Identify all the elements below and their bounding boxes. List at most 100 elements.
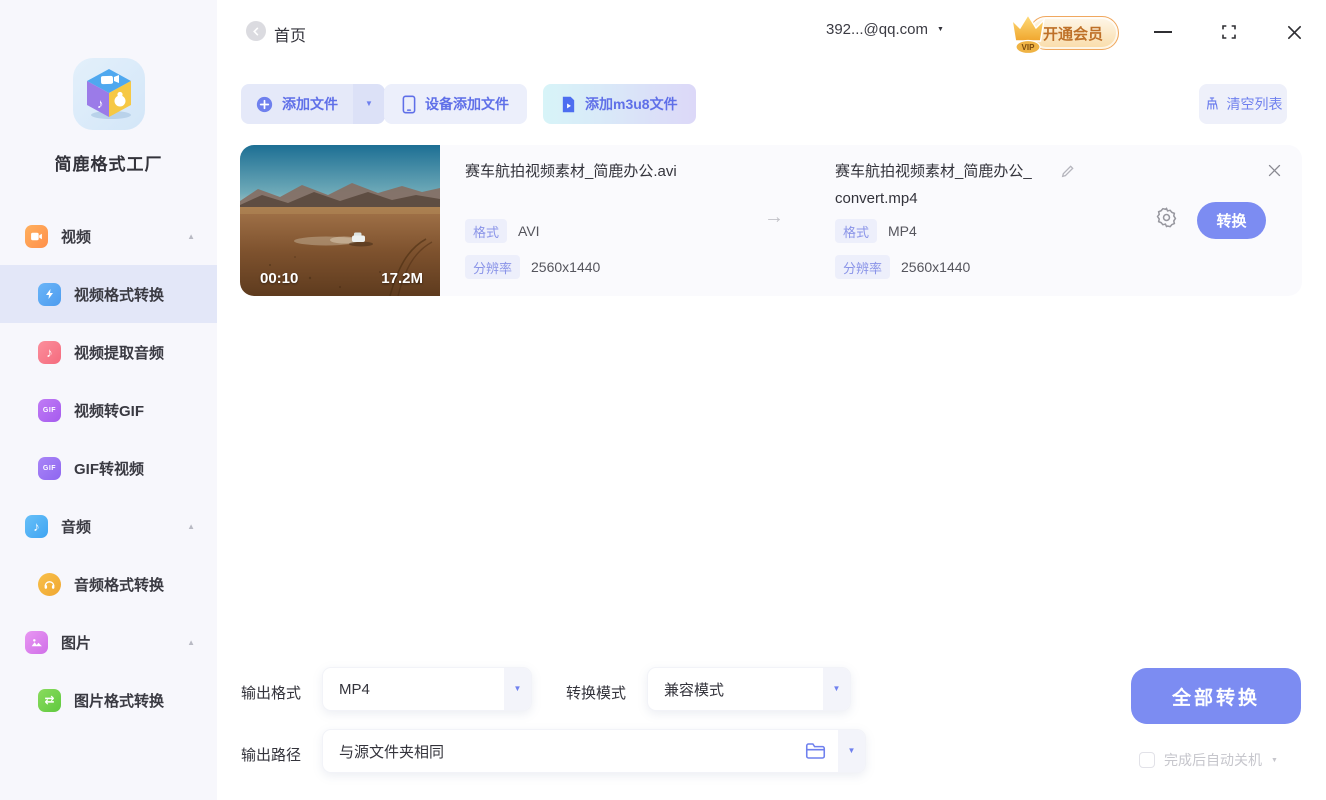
video-camera-icon <box>25 224 48 248</box>
output-path-label: 输出路径 <box>241 747 302 764</box>
add-m3u8-button[interactable]: 添加m3u8文件 <box>543 84 696 124</box>
convert-button[interactable]: 转换 <box>1197 202 1266 239</box>
chevron-down-icon: ▼ <box>365 99 373 108</box>
sidebar-item-video-extract-audio[interactable]: ♪ 视频提取音频 <box>0 323 217 381</box>
convert-mode-label: 转换模式 <box>566 685 627 702</box>
sidebar-group-image[interactable]: 图片 ▲ <box>0 613 217 671</box>
collapse-arrow-icon[interactable]: ▲ <box>187 232 195 241</box>
close-icon <box>1268 164 1280 176</box>
minimize-button[interactable] <box>1150 19 1176 45</box>
rename-button[interactable] <box>1060 163 1076 184</box>
video-convert-icon <box>38 282 61 306</box>
broom-icon <box>1206 97 1218 110</box>
add-file-dropdown[interactable]: ▼ <box>353 84 385 124</box>
convert-mode-value: 兼容模式 <box>664 681 725 699</box>
auto-shutdown-option: 完成后自动关机 ▼ <box>1139 750 1278 770</box>
sidebar-group-label: 视频 <box>61 228 92 246</box>
target-file-name: 赛车航拍视频素材_简鹿办公_ convert.mp4 <box>835 163 1032 207</box>
chevron-down-icon[interactable]: ▼ <box>1271 757 1278 764</box>
item-settings-button[interactable] <box>1155 206 1178 234</box>
chevron-down-icon: ▼ <box>832 684 841 693</box>
sidebar-menu: 视频 ▲ 视频格式转换 ♪ 视频提取音频 GIF 视频转GIF GIF GIF转… <box>0 207 217 729</box>
format-badge: 格式 <box>465 219 508 243</box>
sidebar-item-video-format-convert[interactable]: 视频格式转换 <box>0 265 217 323</box>
sidebar-group-video[interactable]: 视频 ▲ <box>0 207 217 265</box>
video-thumbnail[interactable]: 00:10 17.2M <box>240 145 440 296</box>
target-format-value: MP4 <box>888 223 917 239</box>
sidebar-item-label: 图片格式转换 <box>74 692 165 710</box>
maximize-button[interactable] <box>1216 19 1242 45</box>
remove-item-button[interactable] <box>1264 160 1284 180</box>
source-file-name: 赛车航拍视频素材_简鹿办公.avi <box>465 163 677 180</box>
sidebar-item-label: 视频转GIF <box>74 402 144 420</box>
target-resolution-value: 2560x1440 <box>901 259 971 275</box>
maximize-icon <box>1222 25 1236 39</box>
select-dropdown[interactable]: ▼ <box>504 668 531 710</box>
account-email: 392...@qq.com <box>826 21 928 38</box>
collapse-arrow-icon[interactable]: ▲ <box>187 638 195 647</box>
add-from-device-button[interactable]: 设备添加文件 <box>384 84 527 124</box>
sidebar-item-image-format-convert[interactable]: ⇄ 图片格式转换 <box>0 671 217 729</box>
auto-shutdown-label: 完成后自动关机 <box>1164 752 1262 768</box>
arrow-right-icon: → <box>764 206 784 228</box>
source-format-value: AVI <box>518 223 540 239</box>
account-menu[interactable]: 392...@qq.com ▼ <box>826 21 944 38</box>
sidebar-item-label: 音频格式转换 <box>74 576 165 594</box>
output-path-value: 与源文件夹相同 <box>339 743 445 761</box>
add-file-split-button: 添加文件 ▼ <box>241 84 385 124</box>
format-badge: 格式 <box>835 219 878 243</box>
convert-mode-select[interactable]: 兼容模式 ▼ <box>647 667 851 711</box>
convert-all-button[interactable]: 全部转换 <box>1131 668 1301 724</box>
app-name: 简鹿格式工厂 <box>54 155 163 174</box>
output-format-label: 输出格式 <box>241 685 302 702</box>
music-note-icon: ♪ <box>25 514 48 538</box>
sidebar-group-audio[interactable]: ♪ 音频 ▲ <box>0 497 217 555</box>
app-logo-icon: ♪ <box>72 58 145 130</box>
chevron-down-icon: ▼ <box>847 746 856 755</box>
sidebar: ♪ 简鹿格式工厂 视频 ▲ 视频格式转换 ♪ 视频提取音频 GIF 视频转GIF… <box>0 0 217 800</box>
sidebar-group-label: 音频 <box>61 518 92 536</box>
sidebar-item-label: 视频提取音频 <box>74 344 165 362</box>
sidebar-item-video-to-gif[interactable]: GIF 视频转GIF <box>0 381 217 439</box>
chevron-down-icon: ▼ <box>936 26 944 33</box>
close-button[interactable] <box>1281 19 1307 45</box>
page-title: 首页 <box>274 28 307 45</box>
select-dropdown[interactable]: ▼ <box>823 668 850 710</box>
minimize-icon <box>1154 31 1172 33</box>
browse-folder-button[interactable] <box>805 742 826 760</box>
source-resolution-value: 2560x1440 <box>531 259 601 275</box>
resolution-badge: 分辨率 <box>465 255 521 279</box>
sidebar-item-gif-to-video[interactable]: GIF GIF转视频 <box>0 439 217 497</box>
headphones-icon <box>38 572 61 596</box>
video-duration: 00:10 <box>260 270 299 287</box>
svg-text:VIP: VIP <box>1022 43 1036 52</box>
sidebar-item-audio-format-convert[interactable]: 音频格式转换 <box>0 555 217 613</box>
video-file-icon <box>562 96 575 112</box>
music-note-icon: ♪ <box>38 340 61 364</box>
convert-arrows-icon: ⇄ <box>38 688 61 712</box>
gif-icon: GIF <box>38 456 61 480</box>
plus-circle-icon <box>256 96 273 112</box>
vip-upgrade-button[interactable]: 开通会员 VIP <box>1003 8 1119 55</box>
clear-list-button[interactable]: 清空列表 <box>1199 84 1287 124</box>
path-dropdown[interactable]: ▼ <box>838 730 865 772</box>
phone-icon <box>402 95 416 113</box>
chevron-down-icon: ▼ <box>513 684 522 693</box>
auto-shutdown-checkbox[interactable] <box>1139 752 1155 768</box>
pencil-icon <box>1061 165 1074 178</box>
back-arrow-icon <box>252 26 258 36</box>
gif-icon: GIF <box>38 398 61 422</box>
app-window: ♪ 简鹿格式工厂 视频 ▲ 视频格式转换 ♪ 视频提取音频 GIF 视频转GIF… <box>0 0 1326 800</box>
svg-text:♪: ♪ <box>97 96 104 111</box>
output-path-field[interactable]: 与源文件夹相同 ▼ <box>322 729 866 773</box>
output-format-select[interactable]: MP4 ▼ <box>322 667 532 711</box>
back-button[interactable] <box>246 21 266 41</box>
sidebar-item-label: GIF转视频 <box>74 460 144 478</box>
add-file-button[interactable]: 添加文件 <box>241 84 353 124</box>
app-logo: ♪ 简鹿格式工厂 <box>0 0 217 175</box>
video-file-size: 17.2M <box>381 270 423 287</box>
image-icon <box>25 630 48 654</box>
output-format-value: MP4 <box>339 680 370 698</box>
file-list-item: 00:10 17.2M 赛车航拍视频素材_简鹿办公.avi 格式 AVI 分辨率… <box>240 145 1302 296</box>
collapse-arrow-icon[interactable]: ▲ <box>187 522 195 531</box>
